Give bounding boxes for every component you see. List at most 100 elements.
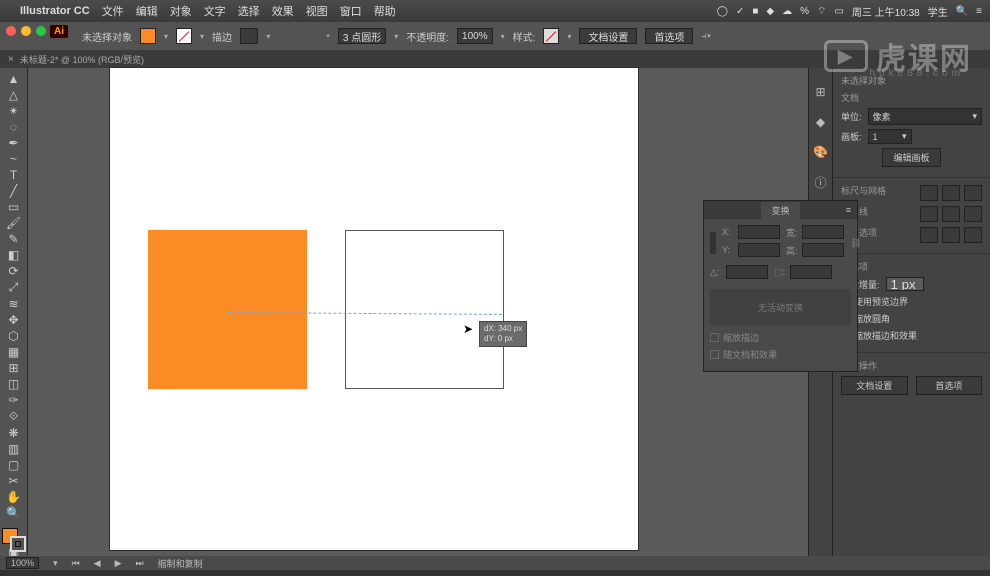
stroke-weight-field[interactable]	[240, 28, 258, 44]
menu-effect[interactable]: 效果	[272, 3, 294, 19]
minimize-icon[interactable]	[21, 26, 31, 36]
prefs-quick-button[interactable]: 首选项	[916, 376, 983, 395]
brush-field[interactable]: 3 点圆形	[338, 28, 386, 44]
smart-guides-icon[interactable]	[964, 206, 982, 222]
x-field[interactable]	[738, 225, 780, 239]
snap-point-icon[interactable]	[920, 227, 938, 243]
nav-next-icon[interactable]: ▶	[115, 558, 122, 569]
stroke-swatch[interactable]	[176, 28, 192, 44]
pencil-tool[interactable]: ✎	[3, 232, 25, 246]
app-name[interactable]: Illustrator CC	[20, 5, 90, 17]
units-select[interactable]: 像素▾	[868, 108, 982, 125]
chevron-down-icon[interactable]: ▾	[200, 32, 204, 41]
chevron-down-icon[interactable]: ▾	[164, 32, 168, 41]
window-controls[interactable]	[6, 26, 46, 36]
menu-object[interactable]: 对象	[170, 3, 192, 19]
color-panel-icon[interactable]: 🎨	[813, 144, 829, 160]
shape-builder-tool[interactable]: ⬡	[3, 329, 25, 343]
height-field[interactable]	[802, 243, 844, 257]
chevron-down-icon[interactable]: ▾	[394, 32, 398, 41]
zoom-tool[interactable]: 🔍	[3, 506, 25, 520]
lasso-tool[interactable]: ◌	[3, 120, 25, 134]
selection-tool[interactable]: ▲	[3, 72, 25, 86]
reference-point-picker[interactable]	[710, 232, 716, 254]
direct-selection-tool[interactable]: △	[3, 88, 25, 102]
snap-pixel-icon[interactable]	[964, 227, 982, 243]
menu-view[interactable]: 视图	[306, 3, 328, 19]
artboard[interactable]: ➤ dX: 340 px dY: 0 px	[110, 68, 638, 550]
menu-type[interactable]: 文字	[204, 3, 226, 19]
transform-panel-title[interactable]: 变换	[761, 202, 799, 219]
curvature-tool[interactable]: ~	[3, 152, 25, 166]
free-transform-tool[interactable]: ✥	[3, 313, 25, 327]
gradient-tool[interactable]: ◫	[3, 377, 25, 391]
chevron-down-icon[interactable]: ▾	[567, 32, 571, 41]
transparency-toggle-icon[interactable]	[964, 185, 982, 201]
orange-rectangle-shape[interactable]	[148, 230, 307, 389]
menu-extra-icon[interactable]: ≡	[976, 6, 982, 17]
rotate-tool[interactable]: ⟳	[3, 264, 25, 278]
mesh-tool[interactable]: ⊞	[3, 361, 25, 375]
nav-first-icon[interactable]: ⏮	[72, 558, 80, 569]
key-increment-field[interactable]	[886, 277, 924, 291]
doc-setup-button[interactable]: 文档设置	[579, 28, 637, 44]
transform-panel[interactable]: 变换≡ X: 宽: Y: 高: ⛓ △: ⬚: 无活动变换 缩放描边 随文档和效…	[703, 200, 858, 372]
blend-tool[interactable]: ⟐	[3, 409, 25, 424]
scale-corners-checkbox[interactable]: 缩放圆角	[841, 312, 982, 325]
scale-tool[interactable]: ⤢	[3, 280, 25, 295]
style-swatch[interactable]	[543, 28, 559, 44]
spotlight-icon[interactable]: 🔍	[956, 6, 968, 17]
menu-select[interactable]: 选择	[238, 3, 260, 19]
fill-swatch[interactable]	[140, 28, 156, 44]
prefs-button[interactable]: 首选项	[645, 28, 693, 44]
menu-edit[interactable]: 编辑	[136, 3, 158, 19]
info-panel-icon[interactable]: ⓘ	[813, 174, 829, 190]
scale-effects-checkbox[interactable]: 随文档和效果	[710, 348, 851, 361]
zoom-icon[interactable]	[36, 26, 46, 36]
shear-field[interactable]	[790, 265, 832, 279]
scale-strokes-effects-checkbox[interactable]: 缩放描边和效果	[841, 329, 982, 342]
doc-setup-quick-button[interactable]: 文档设置	[841, 376, 908, 395]
panel-menu-icon[interactable]: ≡	[846, 205, 851, 215]
menu-file[interactable]: 文件	[102, 3, 124, 19]
nav-last-icon[interactable]: ⏭	[136, 558, 144, 569]
slice-tool[interactable]: ✂	[3, 474, 25, 488]
chevron-down-icon[interactable]: ▾	[53, 558, 58, 569]
chevron-down-icon[interactable]: ▾	[501, 32, 505, 41]
menu-help[interactable]: 帮助	[374, 3, 396, 19]
graph-tool[interactable]: ▥	[3, 442, 25, 456]
nav-prev-icon[interactable]: ◀	[94, 558, 101, 569]
close-icon[interactable]	[6, 26, 16, 36]
paintbrush-tool[interactable]: 🖌	[3, 216, 25, 230]
properties-panel-icon[interactable]: ⊞	[813, 84, 829, 100]
line-tool[interactable]: ╱	[3, 184, 25, 198]
canvas-area[interactable]: ➤ dX: 340 px dY: 0 px 变换≡ X: 宽: Y: 高: ⛓	[28, 68, 808, 556]
align-icon[interactable]: ⫞▾	[701, 31, 711, 42]
libraries-panel-icon[interactable]: ◆	[813, 114, 829, 130]
link-icon[interactable]: ⛓	[850, 238, 861, 249]
artboard-select[interactable]: 1▾	[868, 129, 912, 144]
width-tool[interactable]: ≋	[3, 297, 25, 311]
outlined-rectangle-shape[interactable]	[345, 230, 504, 389]
pen-tool[interactable]: ✒	[3, 136, 25, 150]
zoom-level[interactable]: 100%	[6, 557, 39, 569]
symbol-sprayer-tool[interactable]: ❋	[3, 426, 25, 440]
rectangle-tool[interactable]: ▭	[3, 200, 25, 214]
hand-tool[interactable]: ✋	[3, 490, 25, 504]
angle-field[interactable]	[726, 265, 768, 279]
chevron-down-icon[interactable]: ▾	[266, 32, 270, 41]
type-tool[interactable]: T	[3, 168, 25, 182]
stroke-color-icon[interactable]	[10, 536, 26, 552]
document-tab[interactable]: 未标题-2* @ 100% (RGB/预览)	[20, 53, 144, 66]
eyedropper-tool[interactable]: ✑	[3, 393, 25, 407]
guides-visibility-icon[interactable]	[920, 206, 938, 222]
eraser-tool[interactable]: ◧	[3, 248, 25, 262]
magic-wand-tool[interactable]: ✴	[3, 104, 25, 118]
artboard-tool[interactable]: ▢	[3, 458, 25, 472]
perspective-tool[interactable]: ▦	[3, 345, 25, 359]
menu-window[interactable]: 窗口	[340, 3, 362, 19]
scale-strokes-checkbox[interactable]: 缩放描边	[710, 331, 851, 344]
snap-grid-icon[interactable]	[942, 227, 960, 243]
close-tab-icon[interactable]: ×	[8, 54, 14, 65]
edit-artboards-button[interactable]: 编辑画板	[882, 148, 940, 167]
